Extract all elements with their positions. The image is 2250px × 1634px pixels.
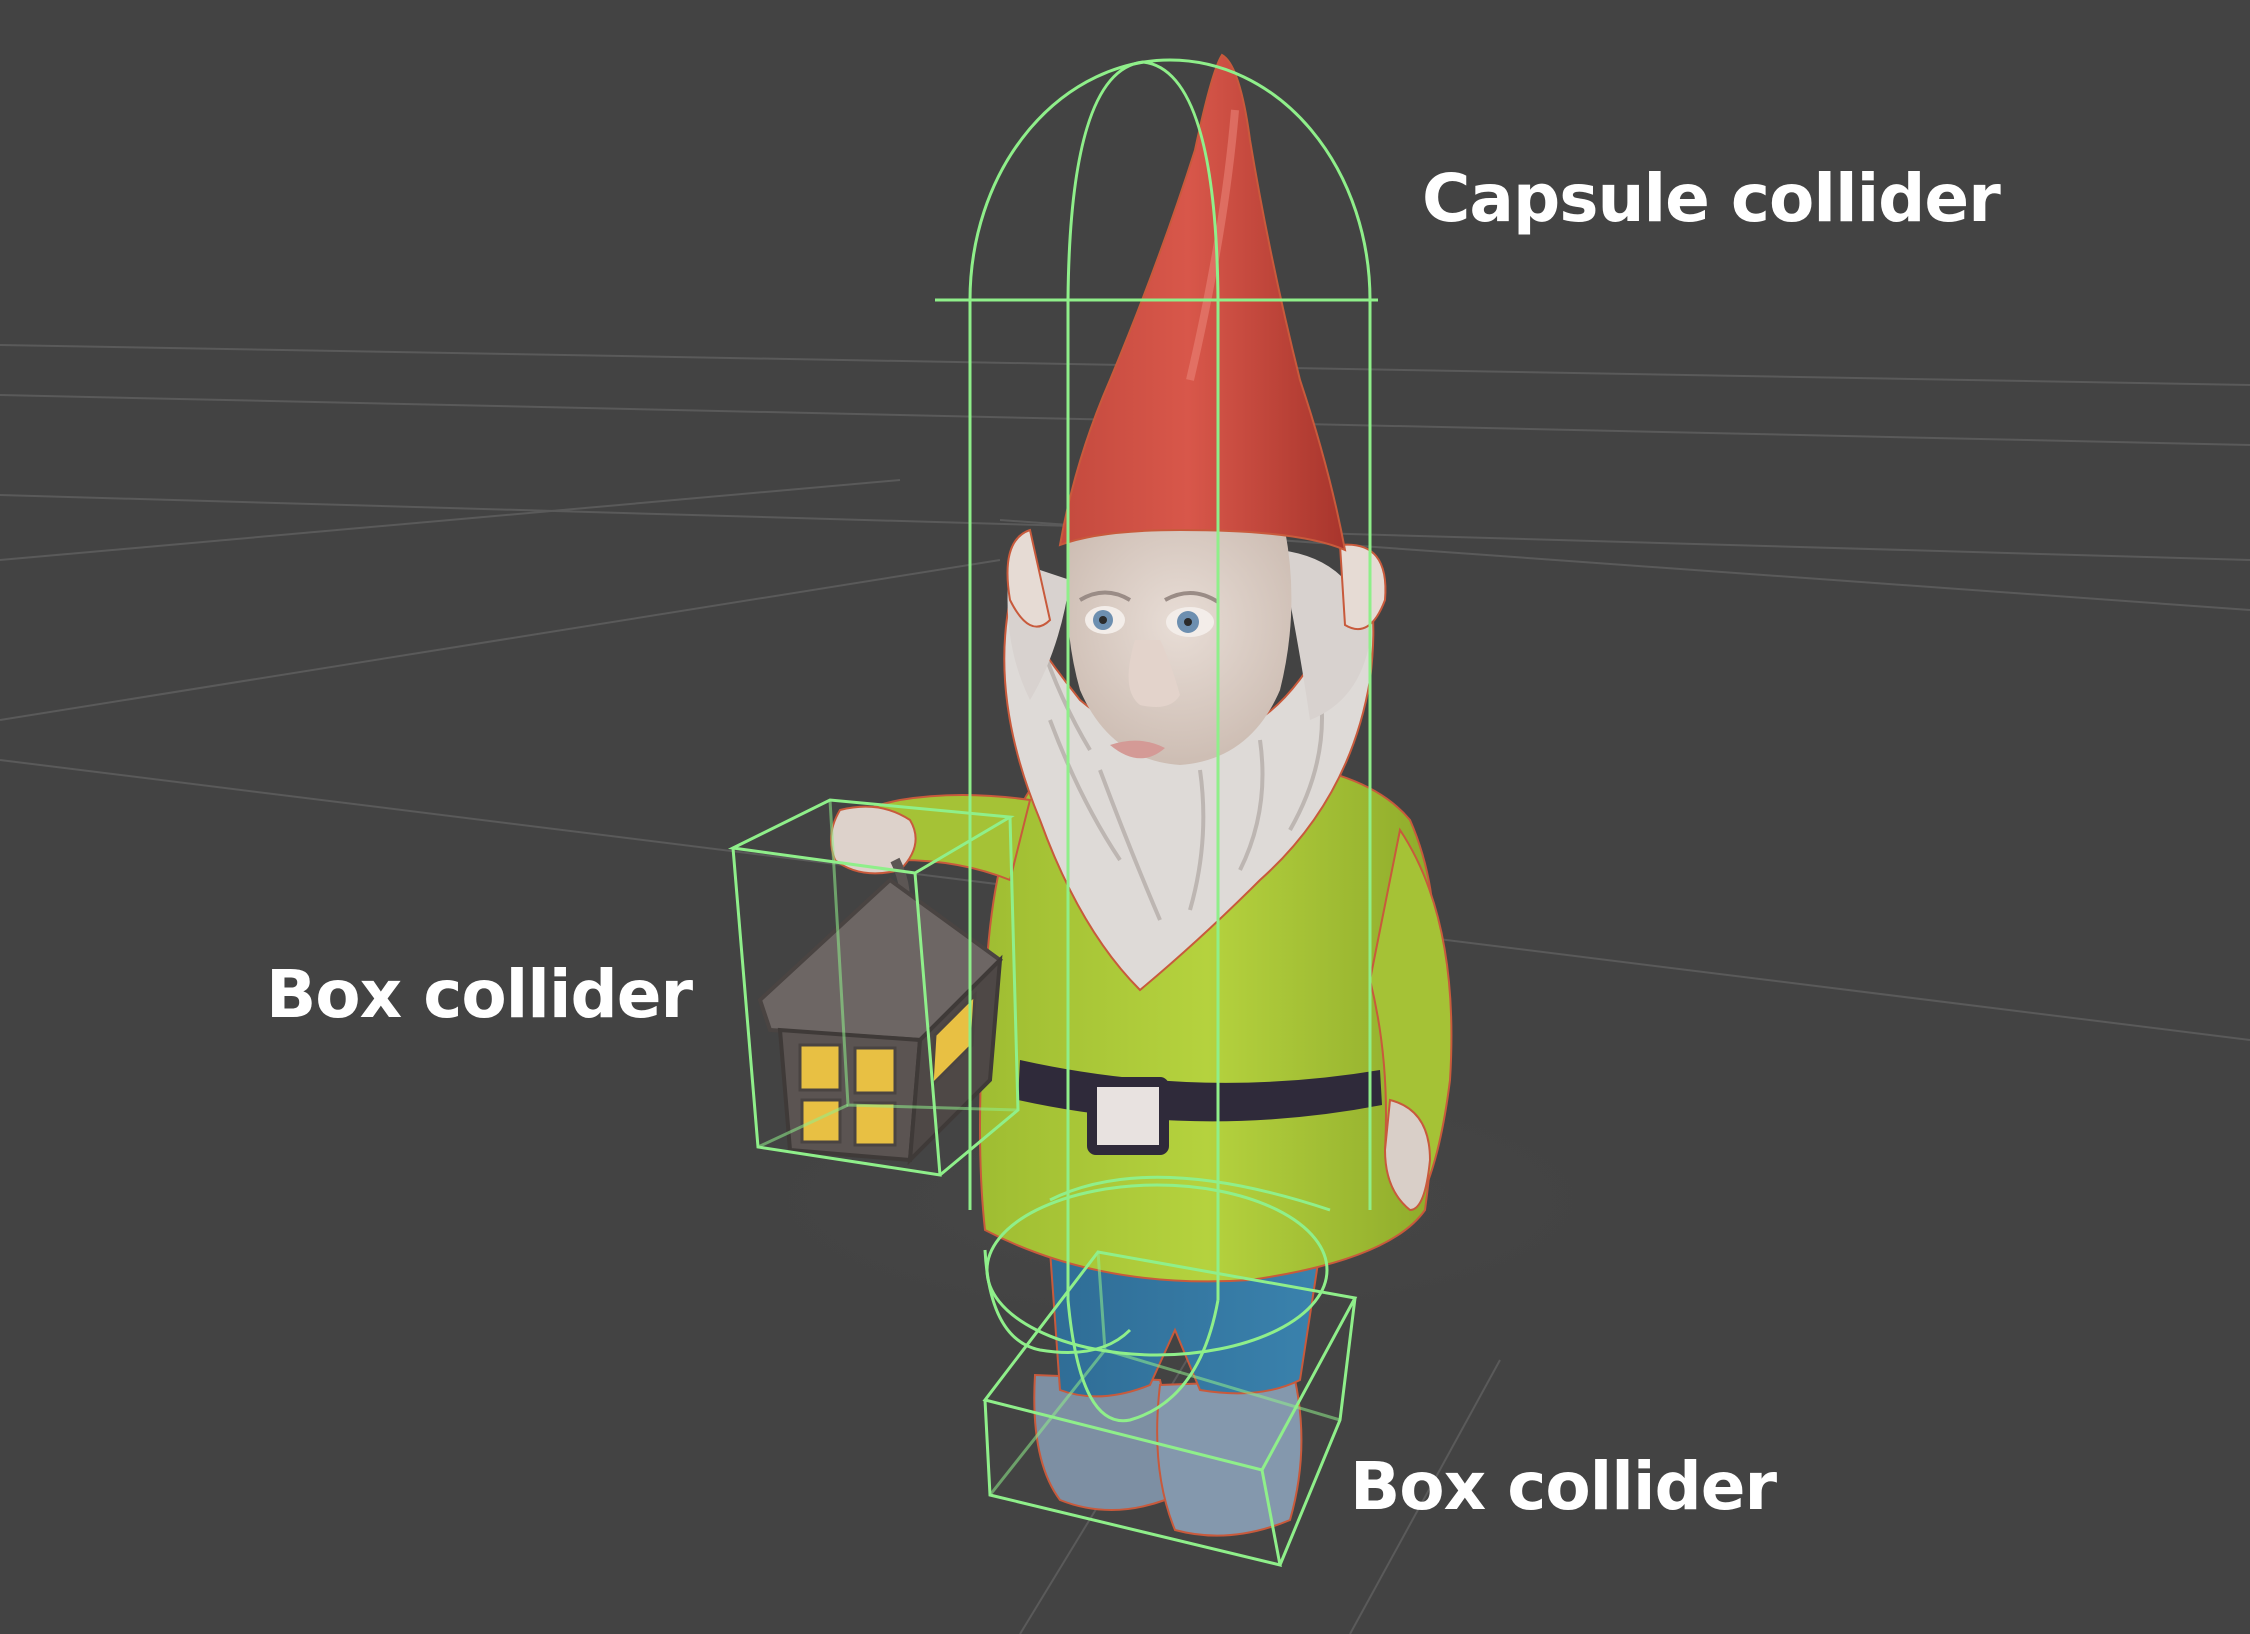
gnome-ear-right [1338,543,1387,631]
feet-box-collider-label: Box collider [1350,1448,1777,1525]
gnome-model[interactable] [830,53,1453,1537]
gnome-belt-buckle [1087,1077,1169,1155]
gnome-hat [1058,53,1347,552]
capsule-collider-label: Capsule collider [1422,160,2001,237]
scene-viewport[interactable]: Capsule collider Box collider Box collid… [0,0,2250,1634]
scene-canvas [0,53,2250,1634]
lantern-box-collider-label: Box collider [266,956,693,1033]
